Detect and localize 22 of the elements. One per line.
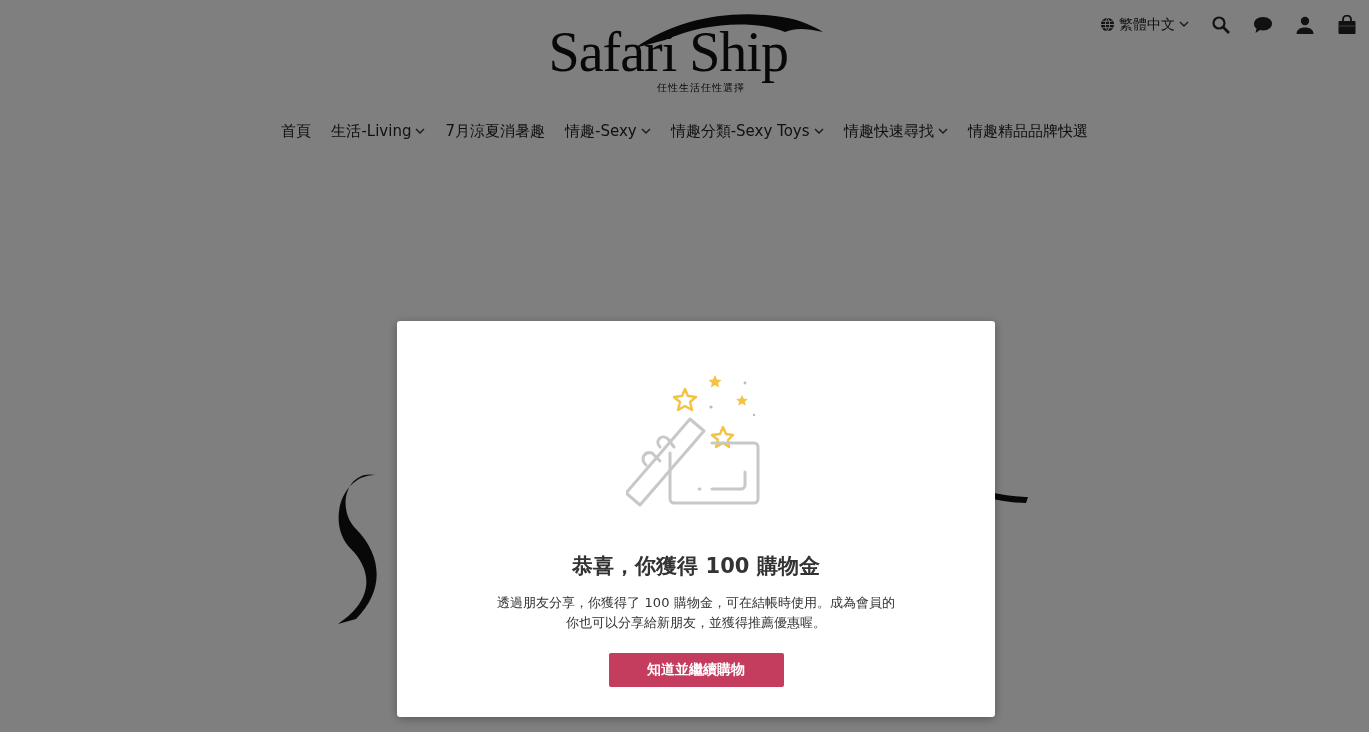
nav-menu-item[interactable]: 7月涼夏消暑趣 (435, 114, 555, 149)
modal-title: 恭喜，你獲得 100 購物金 (571, 553, 821, 580)
chevron-down-icon (415, 127, 426, 135)
nav-menu-item[interactable]: 情趣分類-Sexy Toys (660, 114, 834, 149)
search-button[interactable] (1211, 14, 1231, 35)
chevron-down-icon (813, 127, 824, 135)
modal-message: 透過朋友分享，你獲得了 100 購物金，可在結帳時使用。成為會員的 你也可以分享給新朋友，並獲得推薦優惠喔。 (496, 593, 896, 632)
logo[interactable]: Safari Ship 任性生活任性選擇 (544, 8, 825, 100)
language-selector[interactable]: 繁體中文 (1100, 14, 1189, 35)
chevron-down-icon (1179, 21, 1189, 28)
nav-menu-item[interactable]: 情趣快速尋找 (833, 114, 958, 149)
nav-menu-item[interactable]: 情趣精品品牌快選 (957, 114, 1098, 149)
chevron-down-icon (937, 127, 948, 135)
nav-menu-item[interactable]: 情趣-Sexy (555, 114, 661, 149)
nav-menu-item[interactable]: 首頁 (271, 114, 322, 149)
chat-bubble-button[interactable] (1253, 14, 1273, 35)
nav-menu-item[interactable]: 生活-Living (321, 114, 436, 149)
user-button[interactable] (1295, 14, 1315, 35)
continue-shopping-button[interactable]: 知道並繼續購物 (608, 652, 784, 687)
chevron-down-icon (640, 127, 651, 135)
shopping-bag-button[interactable] (1337, 14, 1357, 35)
globe-icon (1100, 17, 1115, 32)
